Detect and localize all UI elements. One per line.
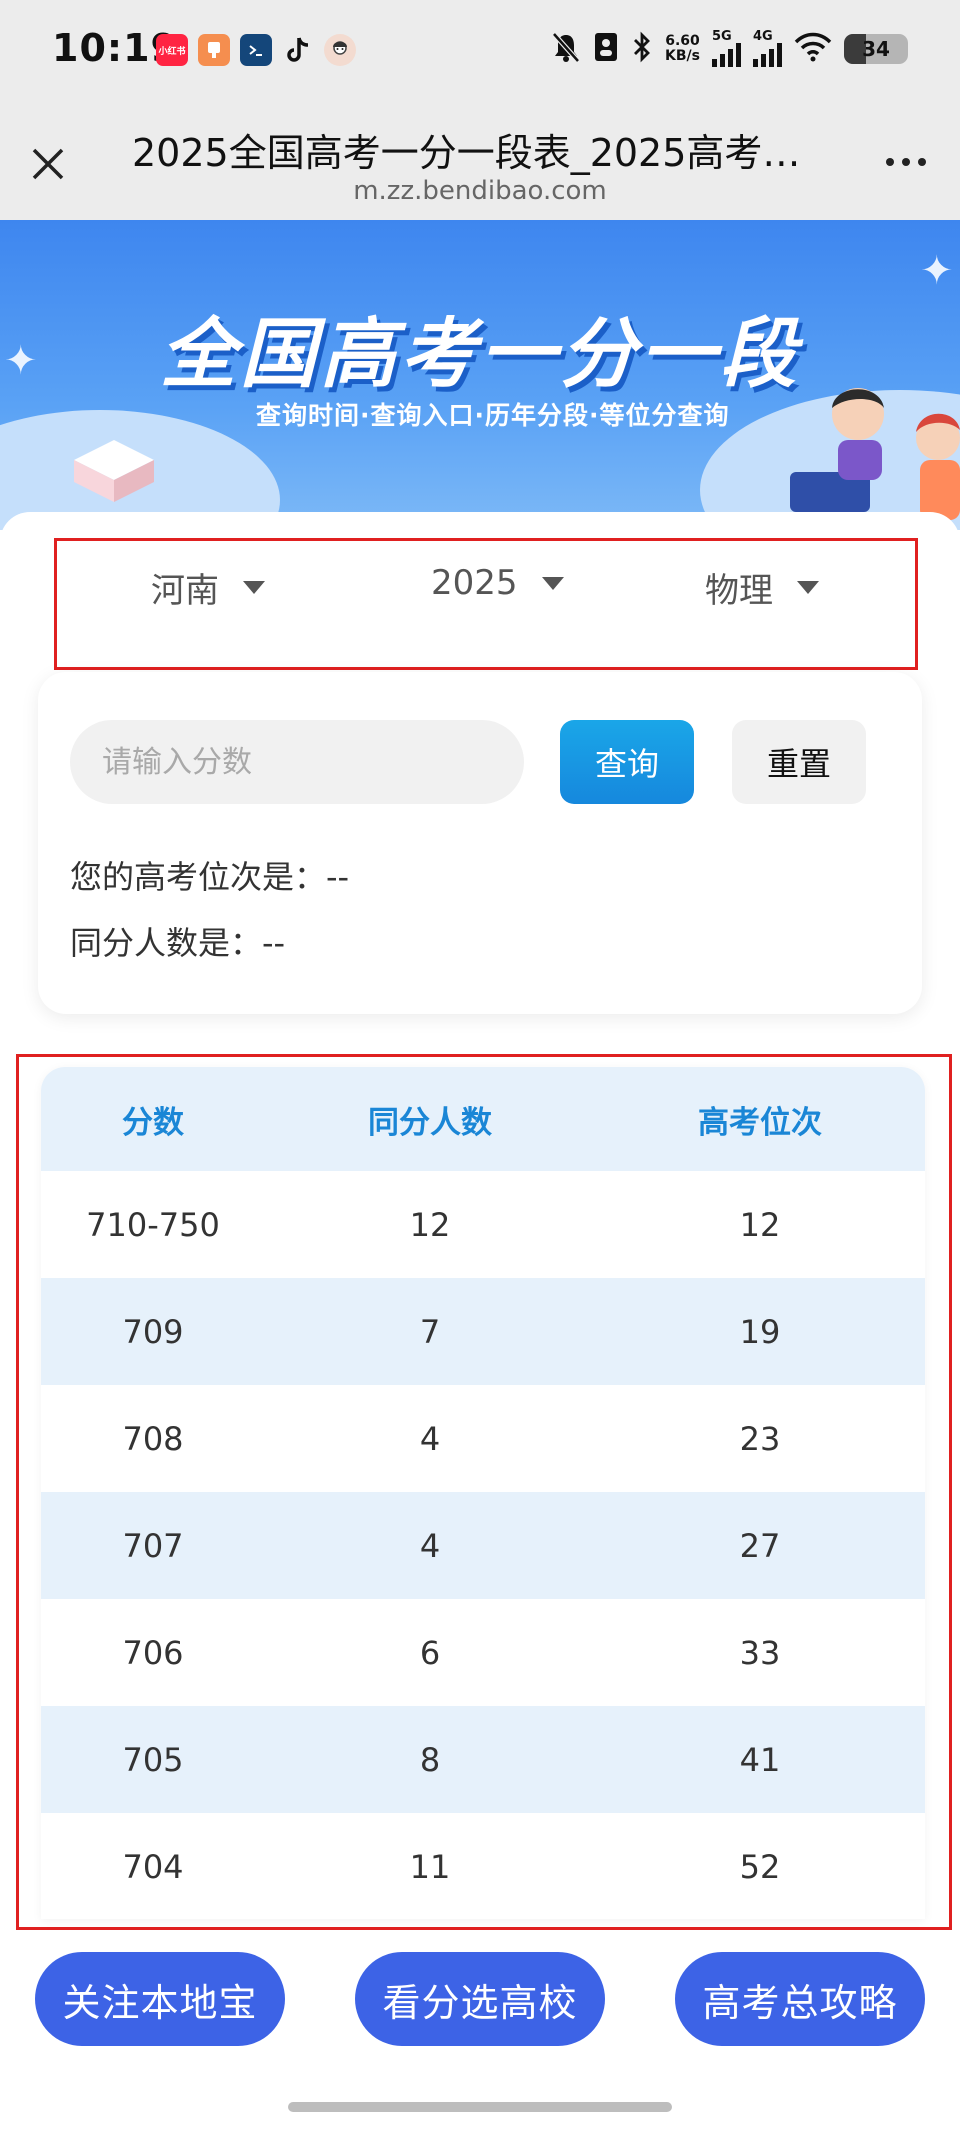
reset-button[interactable]: 重置 bbox=[732, 720, 866, 804]
more-options-button[interactable] bbox=[874, 142, 938, 182]
choose-college-button[interactable]: 看分选高校 bbox=[355, 1952, 605, 2046]
cell-same-count: 4 bbox=[419, 1419, 441, 1458]
filter-bar: 河南 2025 物理 bbox=[54, 538, 918, 670]
bluetooth-icon bbox=[631, 31, 653, 67]
signal-bars-icon bbox=[753, 43, 782, 67]
cell-rank: 19 bbox=[739, 1312, 781, 1351]
status-indicators: 6.60 KB/s 5G 4G 34 bbox=[551, 30, 908, 67]
column-header-rank: 高考位次 bbox=[698, 1104, 822, 1141]
table-row: 706 6 33 bbox=[41, 1599, 925, 1706]
query-button[interactable]: 查询 bbox=[560, 720, 694, 804]
table-row: 705 8 41 bbox=[41, 1706, 925, 1813]
cell-score: 709 bbox=[122, 1312, 184, 1351]
page-title: 2025全国高考一分一段表_2025高考一分一段表 bbox=[132, 131, 802, 175]
year-select[interactable]: 2025 bbox=[431, 563, 564, 603]
signal-bars-icon bbox=[712, 43, 741, 67]
cell-rank: 52 bbox=[739, 1847, 781, 1886]
wifi-icon bbox=[794, 32, 832, 66]
cell-rank: 33 bbox=[739, 1633, 781, 1672]
contact-card-icon bbox=[593, 31, 619, 67]
rank-result: 您的高考位次是：-- bbox=[70, 858, 350, 896]
province-value: 河南 bbox=[151, 571, 219, 611]
notes-app-icon bbox=[198, 34, 230, 66]
close-icon bbox=[32, 148, 64, 180]
students-illustration-icon bbox=[790, 388, 960, 520]
close-button[interactable] bbox=[22, 138, 74, 190]
hero-banner: ✦ ✦ 全国高考一分一段 查询时间·查询入口·历年分段·等位分查询 bbox=[0, 220, 960, 530]
cell-same-count: 12 bbox=[409, 1205, 451, 1244]
sim1-signal: 5G bbox=[712, 30, 741, 67]
book-illustration-icon bbox=[74, 440, 154, 502]
more-dot-icon bbox=[902, 158, 910, 166]
cell-score: 704 bbox=[122, 1847, 184, 1886]
xiaohongshu-icon: 小红书 bbox=[156, 34, 188, 66]
score-table: 分数 同分人数 高考位次 710-750 12 12 709 7 19 708 … bbox=[41, 1067, 925, 1919]
score-input[interactable] bbox=[70, 720, 524, 804]
star-decoration-icon: ✦ bbox=[920, 248, 954, 294]
cell-rank: 27 bbox=[739, 1526, 781, 1565]
status-bar: 10:19 小红书 6.60 KB/s 5G 4G 34 bbox=[0, 0, 960, 100]
more-dot-icon bbox=[886, 158, 894, 166]
cell-rank: 12 bbox=[739, 1205, 781, 1244]
more-dot-icon bbox=[918, 158, 926, 166]
cell-same-count: 11 bbox=[409, 1847, 451, 1886]
table-row: 709 7 19 bbox=[41, 1278, 925, 1385]
follow-bendibao-button[interactable]: 关注本地宝 bbox=[35, 1952, 285, 2046]
battery-level: 34 bbox=[862, 36, 890, 61]
cell-rank: 23 bbox=[739, 1419, 781, 1458]
cell-same-count: 4 bbox=[419, 1526, 441, 1565]
sim1-label: 5G bbox=[712, 29, 732, 44]
cell-rank: 41 bbox=[739, 1740, 781, 1779]
bottom-action-bar: 关注本地宝 看分选高校 高考总攻略 bbox=[0, 1952, 960, 2048]
column-header-same-count: 同分人数 bbox=[368, 1104, 492, 1141]
caret-down-icon bbox=[797, 581, 819, 594]
mute-bell-icon bbox=[551, 31, 581, 67]
score-table-frame: 分数 同分人数 高考位次 710-750 12 12 709 7 19 708 … bbox=[16, 1054, 952, 1930]
terminal-app-icon bbox=[240, 34, 272, 66]
caret-down-icon bbox=[541, 576, 564, 590]
subject-select[interactable]: 物理 bbox=[705, 563, 819, 612]
cell-score: 706 bbox=[122, 1633, 184, 1672]
avatar-app-icon bbox=[324, 34, 356, 66]
table-row: 710-750 12 12 bbox=[41, 1171, 925, 1278]
banner-subtitle: 查询时间·查询入口·历年分段·等位分查询 bbox=[256, 401, 730, 430]
cell-score: 705 bbox=[122, 1740, 184, 1779]
same-score-result: 同分人数是：-- bbox=[70, 924, 286, 962]
sim2-signal: 4G bbox=[753, 30, 782, 67]
score-query-card: 查询 重置 您的高考位次是：-- 同分人数是：-- bbox=[38, 672, 922, 1014]
province-select[interactable]: 河南 bbox=[151, 563, 265, 612]
cell-same-count: 8 bbox=[419, 1740, 441, 1779]
home-indicator[interactable] bbox=[288, 2102, 672, 2112]
gaokao-guide-button[interactable]: 高考总攻略 bbox=[675, 1952, 925, 2046]
table-row: 707 4 27 bbox=[41, 1492, 925, 1599]
page-url: m.zz.bendibao.com bbox=[353, 176, 607, 206]
table-header: 分数 同分人数 高考位次 bbox=[41, 1067, 925, 1171]
column-header-score: 分数 bbox=[122, 1104, 184, 1141]
network-speed-unit: KB/s bbox=[665, 47, 700, 64]
tiktok-icon bbox=[282, 34, 314, 66]
cell-score: 707 bbox=[122, 1526, 184, 1565]
table-row: 708 4 23 bbox=[41, 1385, 925, 1492]
notification-app-icons: 小红书 bbox=[156, 34, 356, 66]
subject-value: 物理 bbox=[705, 571, 773, 611]
cell-score: 710-750 bbox=[86, 1205, 220, 1244]
network-speed-value: 6.60 bbox=[665, 32, 700, 49]
network-speed: 6.60 KB/s bbox=[665, 32, 700, 64]
sim2-label: 4G bbox=[753, 29, 773, 44]
battery-indicator: 34 bbox=[844, 33, 908, 64]
year-value: 2025 bbox=[431, 563, 518, 603]
table-row: 704 11 52 bbox=[41, 1813, 925, 1919]
browser-title-bar: 2025全国高考一分一段表_2025高考一分一段表 m.zz.bendibao.… bbox=[0, 100, 960, 220]
caret-down-icon bbox=[243, 581, 265, 594]
cell-same-count: 7 bbox=[419, 1312, 441, 1351]
cell-same-count: 6 bbox=[419, 1633, 441, 1672]
cell-score: 708 bbox=[122, 1419, 184, 1458]
